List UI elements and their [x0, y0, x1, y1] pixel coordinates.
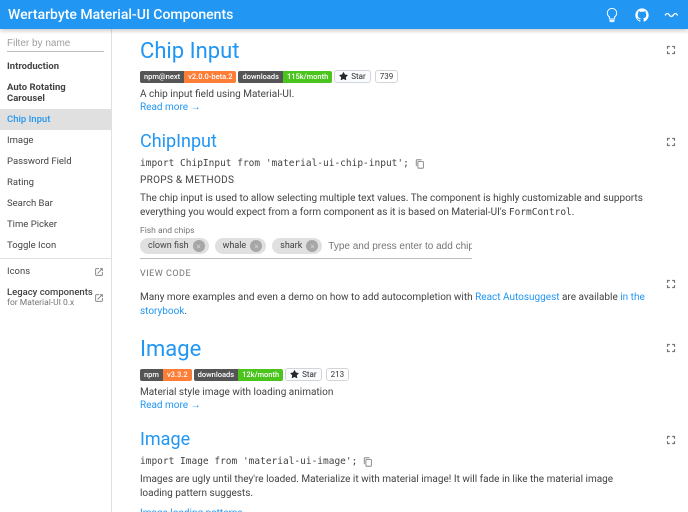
chip-text-input[interactable]: [328, 241, 472, 252]
component-description: The chip input is used to allow selectin…: [140, 192, 648, 220]
sidebar-item-legacy[interactable]: Legacy components for Material-UI 0.x: [0, 282, 111, 313]
fullscreen-icon[interactable]: [664, 277, 678, 291]
downloads-badge: downloads12k/month: [194, 369, 284, 381]
chip: whale: [215, 238, 267, 254]
fullscreen-icon[interactable]: [664, 135, 678, 149]
app-title: Wertarbyte Material-UI Components: [8, 7, 604, 23]
props-heading[interactable]: PROPS & METHODS: [140, 175, 648, 186]
sidebar-item-chip-input[interactable]: Chip Input: [0, 109, 111, 130]
readmore-link[interactable]: Read more →: [140, 102, 648, 113]
component-title-image[interactable]: Image: [140, 429, 648, 450]
sidebar-item-carousel[interactable]: Auto Rotating Carousel: [0, 77, 111, 109]
github-star-count: 739: [375, 70, 399, 83]
section-desc: Material style image with loading animat…: [140, 387, 648, 398]
lightbulb-icon[interactable]: [604, 7, 620, 23]
import-statement: import Image from 'material-ui-image';: [140, 456, 357, 467]
fullscreen-icon[interactable]: [664, 433, 678, 447]
copy-icon[interactable]: [415, 159, 425, 169]
downloads-badge: downloads115k/month: [238, 71, 332, 83]
sidebar-item-rating[interactable]: Rating: [0, 172, 111, 193]
wave-icon[interactable]: [664, 7, 680, 23]
sidebar-item-sublabel: for Material-UI 0.x: [7, 298, 93, 308]
chip-delete-icon[interactable]: [250, 240, 262, 252]
sidebar-item-timepicker[interactable]: Time Picker: [0, 214, 111, 235]
component-title-chipinput[interactable]: ChipInput: [140, 131, 648, 152]
chip-field-label: Fish and chips: [140, 226, 648, 236]
sidebar-item-image[interactable]: Image: [0, 130, 111, 151]
npm-badge: npmv3.3.2: [140, 369, 192, 381]
sidebar-item-introduction[interactable]: Introduction: [0, 56, 111, 77]
github-icon[interactable]: [634, 7, 650, 23]
section-title-chip-input: Chip Input: [140, 39, 648, 64]
chip: shark: [272, 238, 322, 254]
fullscreen-icon[interactable]: [664, 341, 678, 355]
npm-badge: npm@nextv2.0.0-beta.2: [140, 71, 236, 83]
view-code-toggle[interactable]: VIEW CODE: [140, 269, 648, 279]
chip-input-field[interactable]: clown fish whale shark: [140, 238, 472, 259]
fullscreen-icon[interactable]: [664, 43, 678, 57]
copy-icon[interactable]: [363, 457, 373, 467]
sidebar-item-label: Legacy components: [7, 287, 93, 298]
chip: clown fish: [140, 238, 209, 254]
github-star-button[interactable]: Star: [285, 368, 321, 381]
github-star-count: 213: [326, 368, 350, 381]
import-statement: import ChipInput from 'material-ui-chip-…: [140, 158, 409, 169]
sidebar-item-searchbar[interactable]: Search Bar: [0, 193, 111, 214]
component-description: Images are ugly until they're loaded. Ma…: [140, 473, 648, 501]
external-link-icon: [94, 267, 104, 277]
section-title-image: Image: [140, 337, 648, 362]
readmore-link[interactable]: Read more →: [140, 400, 648, 411]
main-content: Chip Input npm@nextv2.0.0-beta.2 downloa…: [112, 29, 688, 512]
filter-input[interactable]: [7, 36, 104, 52]
chip-delete-icon[interactable]: [193, 240, 205, 252]
sidebar: Introduction Auto Rotating Carousel Chip…: [0, 29, 112, 512]
chip-delete-icon[interactable]: [306, 240, 318, 252]
image-patterns-link[interactable]: Image loading patterns: [140, 508, 243, 512]
sidebar-item-label: Icons: [7, 266, 30, 277]
sidebar-item-password[interactable]: Password Field: [0, 151, 111, 172]
github-star-button[interactable]: Star: [334, 70, 370, 83]
sidebar-item-icons[interactable]: Icons: [0, 261, 111, 282]
sidebar-item-toggleicon[interactable]: Toggle Icon: [0, 235, 111, 256]
examples-note: Many more examples and even a demo on ho…: [140, 291, 648, 319]
external-link-icon: [94, 293, 104, 303]
section-desc: A chip input field using Material-UI.: [140, 89, 648, 100]
react-autosuggest-link[interactable]: React Autosuggest: [475, 292, 559, 303]
